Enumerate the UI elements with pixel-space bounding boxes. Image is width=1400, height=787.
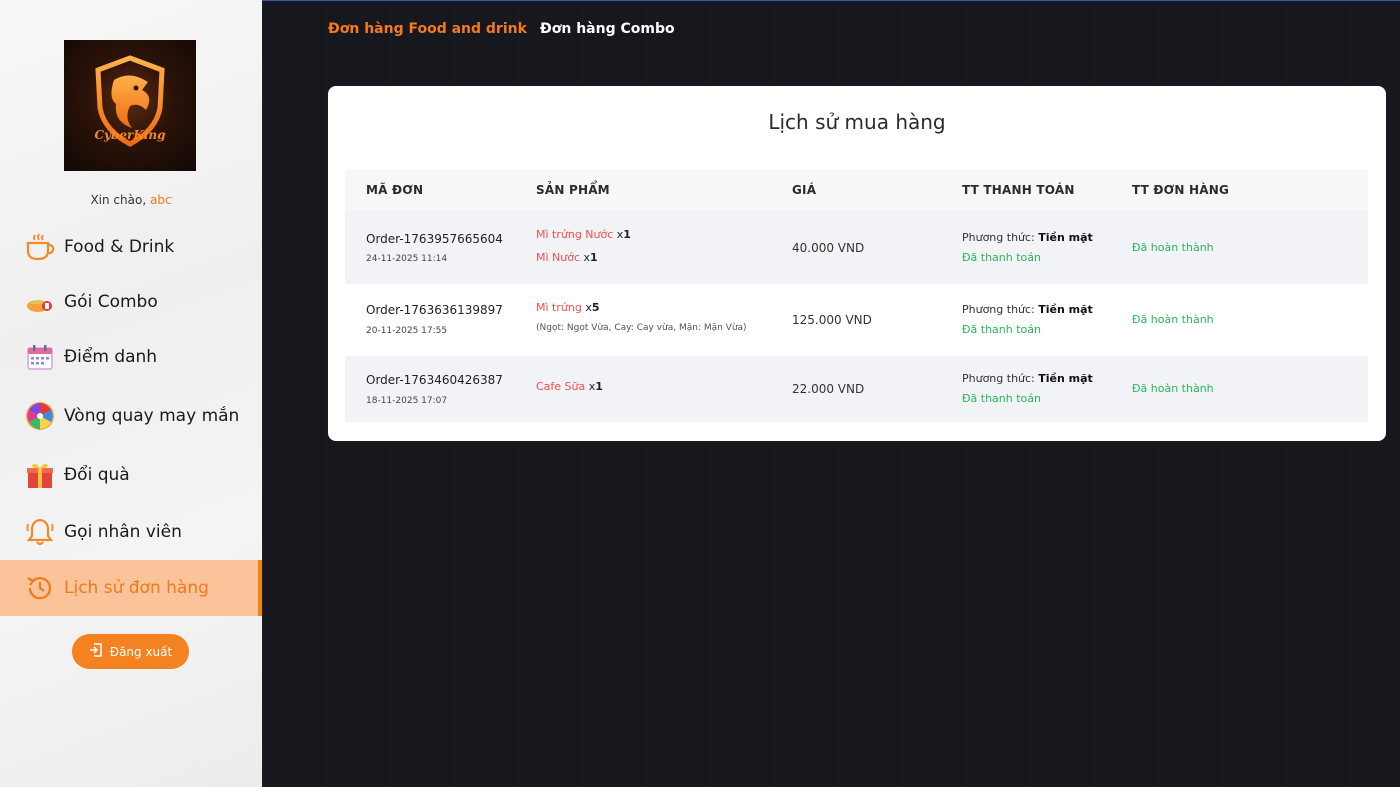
table-row: Order-1763460426387 18-11-2025 17:07 Caf… <box>345 356 1368 422</box>
sidebar-item-attendance[interactable]: Điểm danh <box>0 332 262 382</box>
sidebar-item-label: Đổi quà <box>64 465 130 485</box>
tab-food-drink-orders[interactable]: Đơn hàng Food and drink <box>328 21 527 37</box>
payment-status: Đã thanh toán <box>962 251 1041 264</box>
product-qty: 5 <box>591 301 600 314</box>
bell-icon <box>24 516 56 548</box>
product-line: Mì trứng x5 <box>536 301 599 314</box>
greeting: Xin chào, abc <box>0 193 262 207</box>
payment-status: Đã thanh toán <box>962 392 1041 405</box>
payment-method: Phương thức: Tiền mặt <box>962 231 1093 244</box>
logout-icon <box>89 643 103 660</box>
purchase-history-card: Lịch sử mua hàng MÃ ĐƠN SẢN PHẨM GIÁ TT … <box>328 86 1386 441</box>
order-id: Order-1763636139897 <box>366 303 503 317</box>
product-line: Mì Nước x1 <box>536 251 598 264</box>
payment-method-label: Phương thức: <box>962 372 1035 385</box>
column-header-product: SẢN PHẨM <box>536 183 610 197</box>
product-name: Mì trứng Nước <box>536 228 614 241</box>
order-price: 22.000 VND <box>792 382 865 396</box>
combo-food-icon <box>24 286 56 318</box>
product-name: Cafe Sữa <box>536 380 586 393</box>
product-name: Mì trứng <box>536 301 582 314</box>
column-header-payment-status: TT THANH TOÁN <box>962 183 1075 197</box>
order-id: Order-1763957665604 <box>366 232 503 246</box>
payment-method-label: Phương thức: <box>962 231 1035 244</box>
column-header-order-status: TT ĐƠN HÀNG <box>1132 183 1230 197</box>
coffee-cup-icon <box>24 231 56 263</box>
payment-method: Phương thức: Tiền mặt <box>962 303 1093 316</box>
payment-method: Phương thức: Tiền mặt <box>962 372 1093 385</box>
sidebar-item-label: Vòng quay may mắn <box>64 406 240 426</box>
product-qty: 1 <box>623 228 631 241</box>
column-header-price: GIÁ <box>792 183 817 197</box>
page-title: Lịch sử mua hàng <box>768 110 946 134</box>
product-name: Mì Nước <box>536 251 581 264</box>
sidebar-item-redeem-gift[interactable]: Đổi quà <box>0 450 262 500</box>
greeting-prefix: Xin chào, <box>90 193 147 207</box>
order-date: 24-11-2025 11:14 <box>366 254 448 264</box>
cyberking-logo: CyberKing <box>64 40 196 171</box>
table-row: Order-1763636139897 20-11-2025 17:55 Mì … <box>345 284 1368 356</box>
sidebar-item-label: Gọi nhân viên <box>64 522 182 542</box>
sidebar-item-label: Food & Drink <box>64 237 175 257</box>
logo-text: CyberKing <box>94 128 166 142</box>
logout-button[interactable]: Đăng xuất <box>72 634 189 669</box>
gift-icon <box>24 459 56 491</box>
order-price: 125.000 VND <box>792 313 872 327</box>
order-id: Order-1763460426387 <box>366 373 503 387</box>
lucky-wheel-icon <box>24 400 56 432</box>
sidebar-item-combo[interactable]: Gói Combo <box>0 277 262 327</box>
table-row: Order-1763957665604 24-11-2025 11:14 Mì … <box>345 210 1368 284</box>
sidebar-item-call-staff[interactable]: Gọi nhân viên <box>0 507 262 557</box>
product-qty: 1 <box>590 251 598 264</box>
greeting-username: abc <box>149 193 172 207</box>
product-line: Cafe Sữa x1 <box>536 380 603 393</box>
sidebar: CyberKing Xin chào, abc Food & Drink Gói… <box>0 0 262 787</box>
tab-combo-orders[interactable]: Đơn hàng Combo <box>540 21 675 37</box>
product-options: (Ngọt: Ngọt Vừa, Cay: Cay vừa, Mặn: Mặn … <box>536 323 747 333</box>
order-date: 18-11-2025 17:07 <box>366 396 448 406</box>
sidebar-item-label: Lịch sử đơn hàng <box>64 578 209 598</box>
sidebar-item-label: Điểm danh <box>64 347 158 367</box>
sidebar-item-lucky-wheel[interactable]: Vòng quay may mắn <box>0 391 262 441</box>
order-status: Đã hoàn thành <box>1132 382 1214 395</box>
main-content: Đơn hàng Food and drink Đơn hàng Combo L… <box>262 0 1400 787</box>
order-status: Đã hoàn thành <box>1132 313 1214 326</box>
payment-status: Đã thanh toán <box>962 323 1041 336</box>
payment-method-value: Tiền mặt <box>1038 231 1093 244</box>
product-line: Mì trứng Nước x1 <box>536 228 631 241</box>
top-border <box>262 0 1400 1</box>
payment-method-value: Tiền mặt <box>1038 303 1093 316</box>
product-qty: 1 <box>595 380 603 393</box>
payment-method-label: Phương thức: <box>962 303 1035 316</box>
order-status: Đã hoàn thành <box>1132 241 1214 254</box>
history-icon <box>24 572 56 604</box>
sidebar-item-label: Gói Combo <box>64 292 158 312</box>
calendar-icon <box>24 341 56 373</box>
sidebar-item-food-drink[interactable]: Food & Drink <box>0 222 262 272</box>
column-header-order-id: MÃ ĐƠN <box>366 183 424 197</box>
logout-label: Đăng xuất <box>109 644 173 659</box>
order-date: 20-11-2025 17:55 <box>366 326 448 336</box>
dragon-shield-icon <box>95 55 165 147</box>
order-price: 40.000 VND <box>792 241 865 255</box>
sidebar-item-order-history[interactable]: Lịch sử đơn hàng <box>0 560 262 616</box>
payment-method-value: Tiền mặt <box>1038 372 1093 385</box>
table-header: MÃ ĐƠN SẢN PHẨM GIÁ TT THANH TOÁN TT ĐƠN… <box>345 170 1368 210</box>
